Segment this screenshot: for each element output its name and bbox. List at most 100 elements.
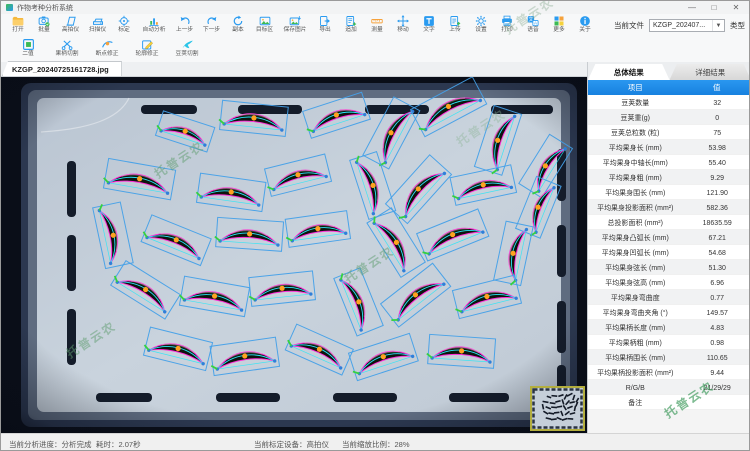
redo-icon — [206, 15, 218, 27]
row-item-value: 0.98 — [685, 338, 749, 346]
toolbar-main-button-13[interactable]: 测量 — [364, 15, 390, 35]
toolbar-button-label: 上一步 — [176, 27, 193, 34]
toolbar-main-button-11[interactable]: 导出 — [312, 15, 338, 35]
image-canvas[interactable] — [1, 77, 587, 433]
toolbar-main-button-12[interactable]: 追加 — [338, 15, 364, 35]
ruler-icon — [371, 15, 383, 27]
toolbar-button-label: 批量 — [38, 27, 49, 34]
results-tab-1[interactable]: 详细结果 — [670, 64, 750, 80]
row-item-label: 豆荚重(g) — [591, 112, 679, 122]
toolbar-main-button-0[interactable]: 打开 — [5, 15, 31, 35]
minimize-button[interactable]: — — [681, 1, 703, 14]
row-item-value: 75 — [685, 128, 749, 136]
status-zoom: 当前缩放比例：28% — [342, 439, 410, 450]
document-tab[interactable]: KZGP_20240725161728.jpg — [2, 61, 122, 76]
toolbar-main-button-9[interactable]: 目标区 — [251, 15, 278, 35]
toolbar-button-label: 移动 — [397, 27, 408, 34]
toolbar-main-button-15[interactable]: 文字 — [416, 15, 442, 35]
toolbar-main-button-5[interactable]: 自动分析 — [137, 15, 171, 35]
toolbar-main-button-17[interactable]: 设置 — [468, 15, 494, 35]
toolbar-main-button-16[interactable]: 上传 — [442, 15, 468, 35]
toolbar-button-label: 目标区 — [256, 27, 273, 34]
toolbar-main-button-19[interactable]: 文A语音 — [520, 15, 546, 35]
results-panel: 总体结果详细结果 项目 值 豆荚数量32豆荚重(g)0豆荚总粒数 (粒)75平均… — [587, 62, 750, 433]
export-icon — [319, 15, 331, 27]
toolbar-edit-button-4[interactable]: 豆荚切割 — [167, 38, 207, 59]
table-row: 平均果身凸弧长 (mm)67.21 — [588, 230, 750, 245]
voice-icon: 文A — [527, 15, 539, 27]
toolbar-main-button-10[interactable]: 保存图片 — [278, 15, 312, 35]
toolbar-edit-button-0[interactable]: 二值 — [9, 38, 47, 59]
edit-toolbar: 二值 果柄切割 断点修正轮廓修正豆荚切割 — [1, 37, 749, 64]
batch-camera-icon — [38, 15, 50, 27]
toolbar-main-button-20[interactable]: 更多 — [546, 15, 572, 35]
toolbar-main-button-8[interactable]: 副本 — [225, 15, 251, 35]
toolbar-main-button-1[interactable]: 批量 — [31, 15, 57, 35]
table-row: 平均果身弦长 (mm)51.30 — [588, 260, 750, 275]
toolbar-main-button-6[interactable]: 上一步 — [171, 15, 198, 35]
maximize-button[interactable]: □ — [703, 1, 725, 14]
toolbar-button-label: 二值 — [22, 51, 33, 58]
row-item-label: R/G/B — [591, 383, 679, 391]
toolbar-main-button-14[interactable]: 移动 — [390, 15, 416, 35]
row-item-label: 平均果身凸弧长 (mm) — [591, 232, 679, 242]
table-row: 平均果身弯曲夹角 (°) 149.57 — [588, 305, 750, 320]
save-image-icon — [289, 15, 301, 27]
row-item-value: 149.57 — [685, 308, 749, 316]
table-row: 平均果身投影面积 (mm²)582.36 — [588, 200, 750, 215]
main-area: KZGP_20240725161728.jpg — [1, 62, 750, 433]
folder-icon — [12, 15, 24, 27]
table-row: 备注 — [588, 395, 750, 410]
close-button[interactable]: ✕ — [725, 1, 747, 14]
results-tab-0[interactable]: 总体结果 — [588, 64, 670, 80]
row-item-value: 6.96 — [685, 278, 749, 286]
toolbar-edit-button-3[interactable]: 轮廓修正 — [127, 38, 167, 59]
target-icon — [118, 15, 130, 27]
pod-cut-icon — [181, 38, 194, 51]
toolbar-main-button-3[interactable]: 扫描仪 — [84, 15, 111, 35]
current-file-value: KZGP_202407... — [653, 22, 705, 29]
status-progress: 当前分析进度：分析完成 — [9, 439, 92, 450]
row-item-value: 4.83 — [685, 323, 749, 331]
navigator-thumbnail[interactable] — [530, 386, 585, 431]
toolbar-button-label: 自动分析 — [143, 27, 166, 34]
edit-toolbar-items: 二值 果柄切割 断点修正轮廓修正豆荚切割 — [9, 38, 207, 59]
point-fix-icon — [101, 38, 114, 51]
toolbar-button-label: 打开 — [12, 27, 23, 34]
toolbar-main-button-18[interactable]: 打印 — [494, 15, 520, 35]
row-item-value: 110.65 — [685, 353, 749, 361]
type-label: 类型 — [730, 20, 745, 31]
title-bar: 作物考种分析系统 — □ ✕ — [1, 1, 749, 14]
toolbar-edit-button-2[interactable]: 断点修正 — [87, 38, 127, 59]
upload-doc-icon — [449, 15, 461, 27]
row-item-value: 18635.59 — [685, 218, 749, 226]
image-column: KZGP_20240725161728.jpg — [1, 62, 587, 433]
document-tabbar: KZGP_20240725161728.jpg — [1, 62, 587, 77]
chart-icon — [148, 15, 160, 27]
file-controls: 当前文件 KZGP_202407... ▼ 类型 豆荚 ▼ — [614, 19, 750, 32]
table-row: 平均果身围长 (mm) 121.90 — [588, 185, 750, 200]
toolbar-button-label: 保存图片 — [284, 27, 307, 34]
row-item-label: 豆荚数量 — [591, 97, 679, 107]
row-item-label: 平均果身长 (mm) — [591, 142, 679, 152]
row-item-label: 平均果身中轴长(mm) — [591, 157, 679, 167]
toolbar-button-label: 更多 — [553, 27, 564, 34]
current-file-select[interactable]: KZGP_202407... ▼ — [649, 19, 725, 32]
toolbar-button-label: 果柄切割 — [56, 51, 79, 58]
toolbar-main-button-7[interactable]: 下一步 — [198, 15, 225, 35]
gear-icon — [475, 15, 487, 27]
toolbar-main-button-21[interactable]: 关于 — [572, 15, 598, 35]
row-item-label: 平均果身围长 (mm) — [591, 187, 679, 197]
toolbar-button-label: 标定 — [118, 27, 129, 34]
toolbar-button-label: 测量 — [371, 27, 382, 34]
row-item-label: 平均果身弯曲夹角 (°) — [591, 307, 679, 317]
row-item-value: 121.90 — [685, 188, 749, 196]
row-item-value: 32 — [685, 98, 749, 106]
toolbar-main-button-4[interactable]: 标定 — [111, 15, 137, 35]
table-row: 平均果身粗 (mm)9.29 — [588, 170, 750, 185]
toolbar-main-button-2[interactable]: 高拍仪 — [57, 15, 84, 35]
doc-camera-icon — [65, 15, 77, 27]
svg-text:A: A — [534, 21, 537, 26]
main-toolbar: 打开 批量 高拍仪扫描仪标定 自动分析 上一步下一步副本目标区 保存图片导出追加测量 移动 文… — [1, 14, 749, 37]
toolbar-edit-button-1[interactable]: 果柄切割 — [47, 38, 87, 59]
